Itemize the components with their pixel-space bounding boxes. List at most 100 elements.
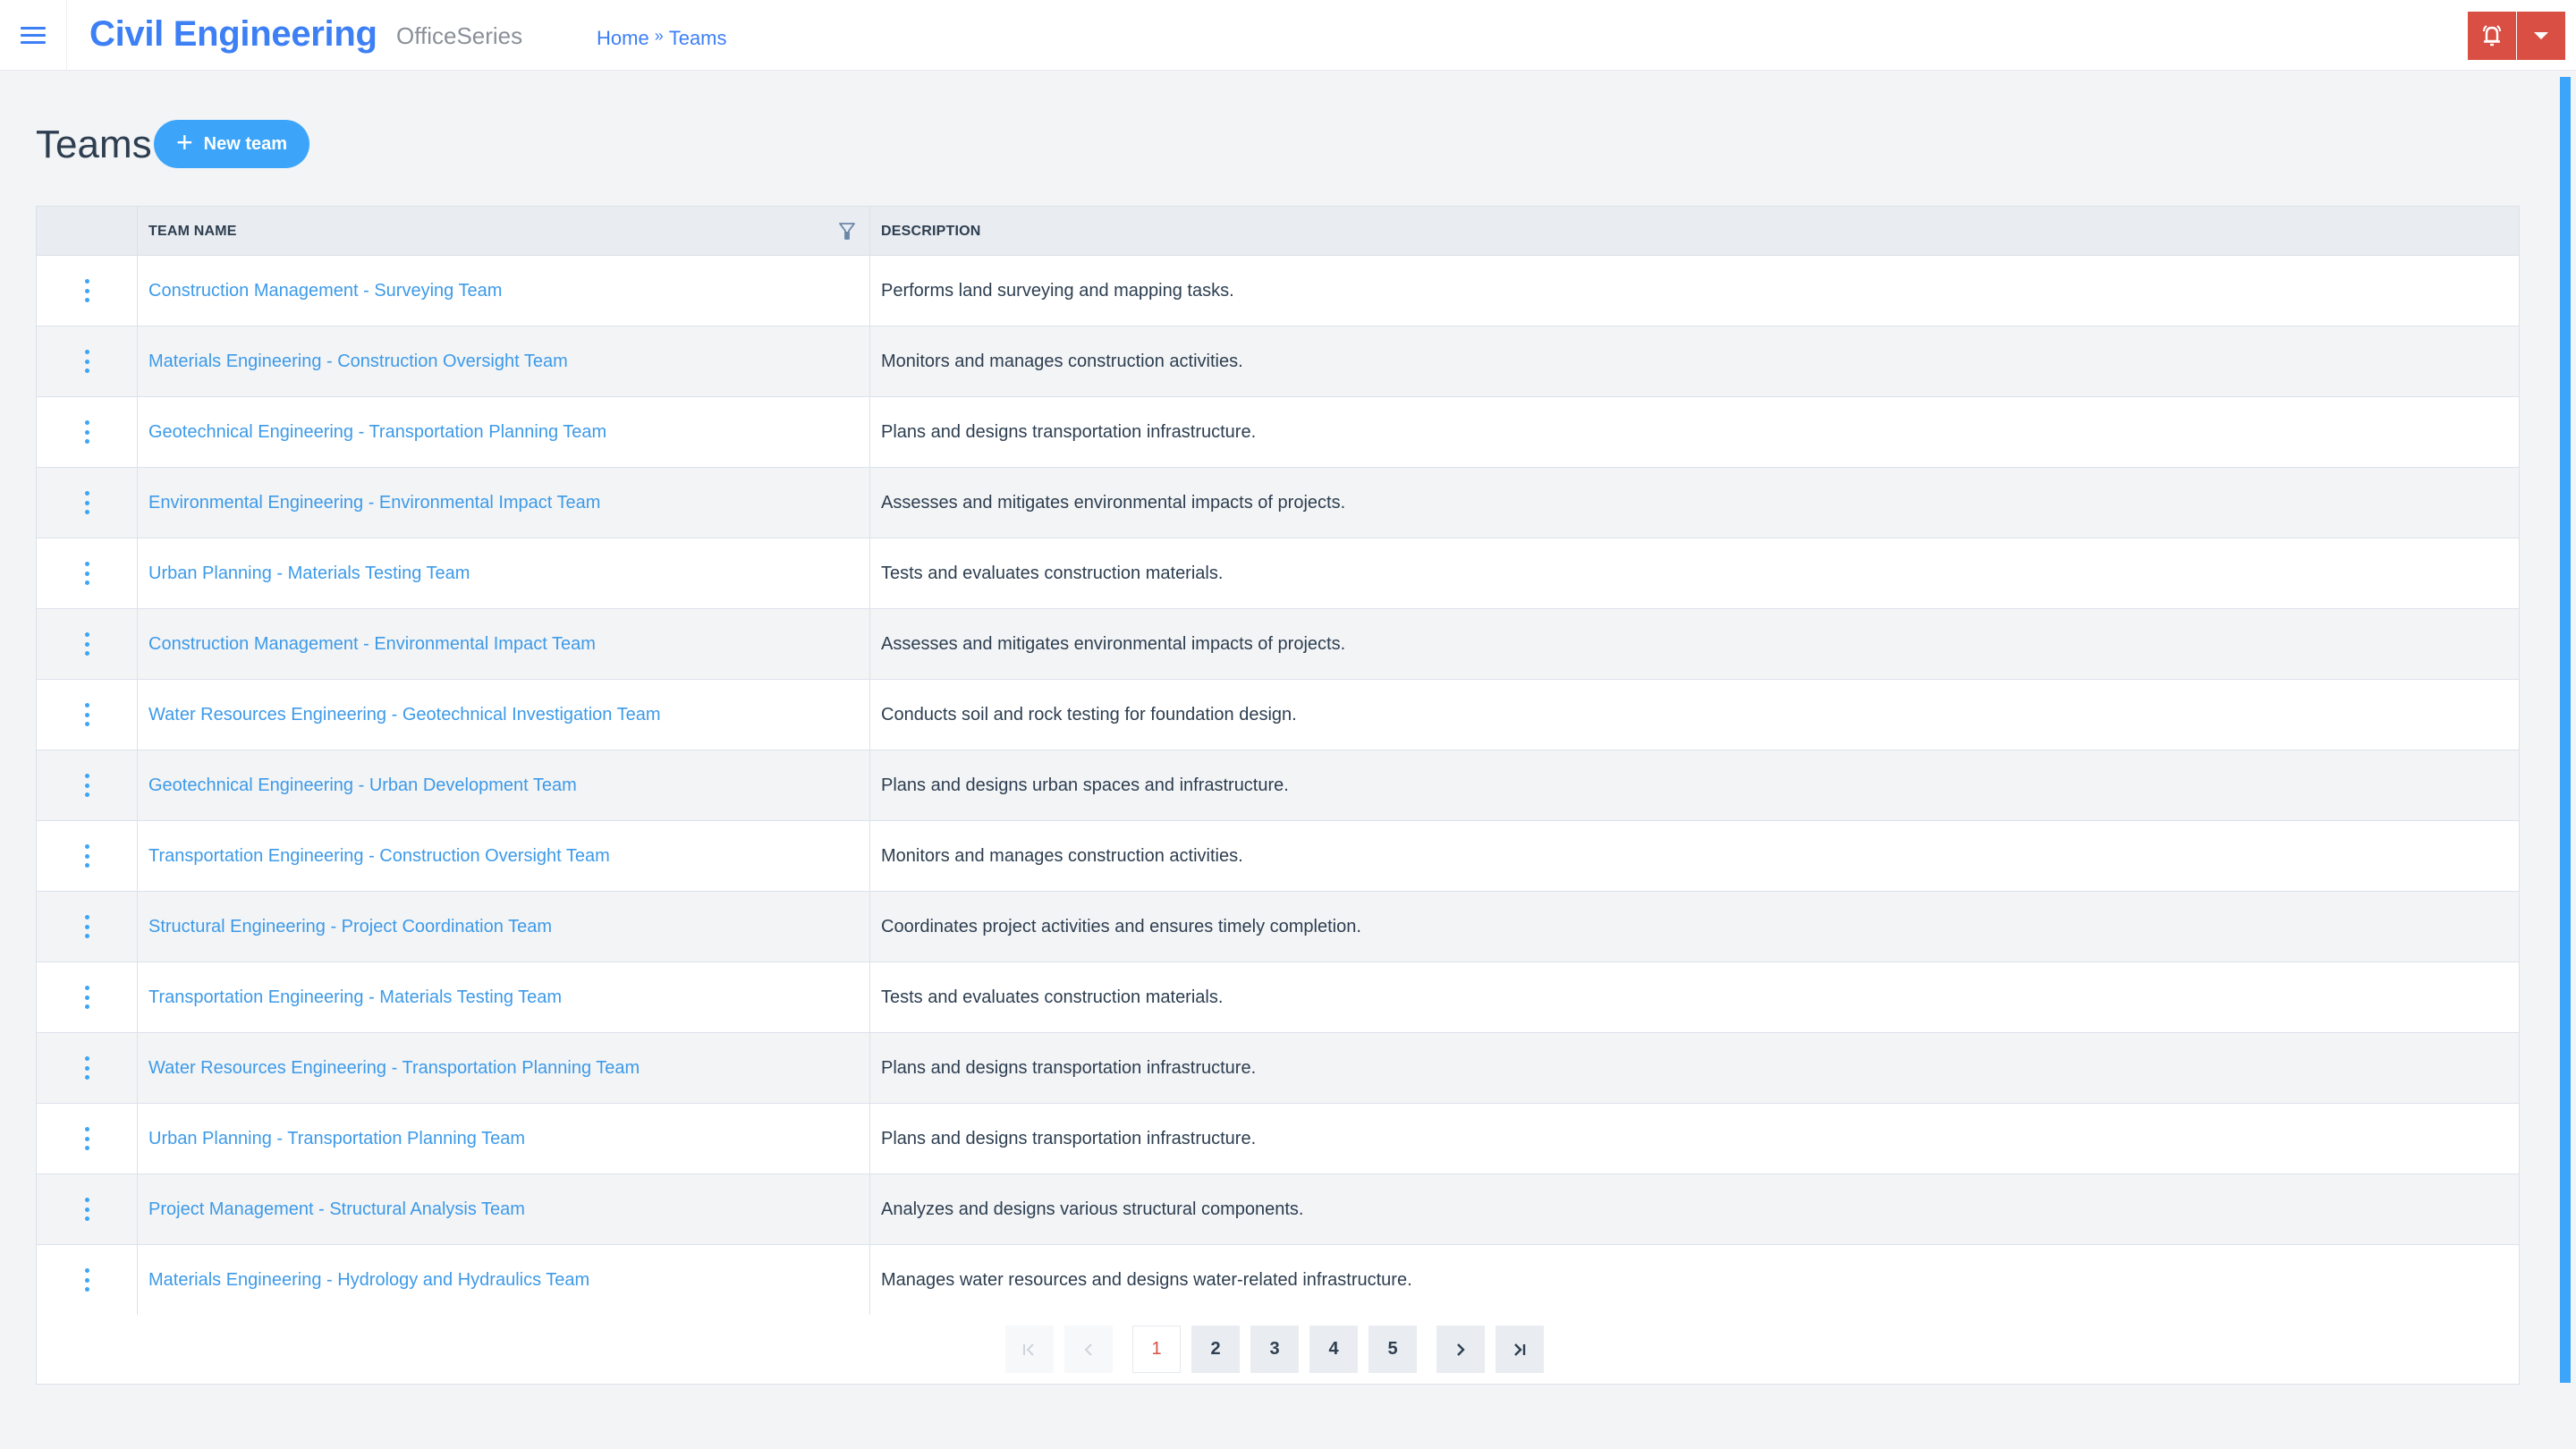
team-name-link[interactable]: Urban Planning - Materials Testing Team [148, 564, 470, 584]
row-actions-cell [37, 1104, 138, 1174]
kebab-menu-icon[interactable] [78, 348, 96, 375]
team-description-cell: Plans and designs transportation infrast… [881, 421, 1257, 442]
kebab-menu-icon[interactable] [78, 277, 96, 304]
team-description-cell: Tests and evaluates construction materia… [881, 563, 1224, 583]
team-description-cell: Plans and designs transportation infrast… [881, 1057, 1257, 1078]
row-actions-cell [37, 962, 138, 1032]
team-description-cell: Coordinates project activities and ensur… [881, 916, 1361, 936]
team-name-link[interactable]: Environmental Engineering - Environmenta… [148, 493, 600, 513]
row-actions-cell [37, 256, 138, 326]
kebab-menu-icon[interactable] [78, 1125, 96, 1152]
team-name-link[interactable]: Transportation Engineering - Materials T… [148, 987, 562, 1008]
team-name-cell: Transportation Engineering - Materials T… [138, 962, 870, 1032]
page-button-5[interactable]: 5 [1368, 1326, 1417, 1373]
kebab-menu-icon[interactable] [78, 1055, 96, 1081]
table-row: Construction Management - Surveying Team… [37, 256, 2519, 326]
table-body: Construction Management - Surveying Team… [37, 256, 2519, 1316]
table-row: Urban Planning - Transportation Planning… [37, 1104, 2519, 1174]
page-scrollbar[interactable] [2560, 77, 2571, 1383]
teams-table: TEAM NAME DESCRIPTION Construction Manag… [36, 206, 2520, 1385]
next-page-button[interactable] [1436, 1326, 1485, 1373]
menu-toggle-button[interactable] [0, 0, 67, 71]
row-actions-cell [37, 397, 138, 467]
column-header-description[interactable]: DESCRIPTION [870, 207, 981, 256]
row-actions-cell [37, 821, 138, 891]
team-name-link[interactable]: Transportation Engineering - Constructio… [148, 846, 610, 867]
first-page-button[interactable] [1005, 1326, 1054, 1373]
new-team-button[interactable]: + New team [154, 120, 309, 168]
prev-page-button[interactable] [1064, 1326, 1113, 1373]
team-name-link[interactable]: Materials Engineering - Hydrology and Hy… [148, 1270, 589, 1291]
team-name-cell: Construction Management - Environmental … [138, 609, 870, 679]
kebab-menu-icon[interactable] [78, 419, 96, 445]
column-header-actions [37, 207, 138, 256]
team-name-cell: Materials Engineering - Hydrology and Hy… [138, 1245, 870, 1315]
team-description-cell: Assesses and mitigates environmental imp… [881, 492, 1346, 513]
hamburger-icon [21, 26, 46, 45]
team-name-link[interactable]: Materials Engineering - Construction Ove… [148, 352, 568, 372]
team-description-cell: Plans and designs urban spaces and infra… [881, 775, 1289, 795]
table-row: Transportation Engineering - Constructio… [37, 821, 2519, 892]
app-title[interactable]: Civil Engineering [89, 9, 377, 59]
team-name-link[interactable]: Geotechnical Engineering - Urban Develop… [148, 775, 577, 796]
team-name-link[interactable]: Project Management - Structural Analysis… [148, 1199, 525, 1220]
team-name-link[interactable]: Geotechnical Engineering - Transportatio… [148, 422, 606, 443]
row-actions-cell [37, 892, 138, 962]
user-dropdown-button[interactable] [2517, 12, 2565, 60]
team-name-cell: Construction Management - Surveying Team [138, 256, 870, 326]
team-description-cell: Plans and designs transportation infrast… [881, 1128, 1257, 1148]
chevron-right-icon [1457, 1343, 1465, 1356]
page-button-3[interactable]: 3 [1250, 1326, 1299, 1373]
app-subtitle: OfficeSeries [396, 22, 523, 49]
kebab-menu-icon[interactable] [78, 843, 96, 869]
filter-icon[interactable] [839, 223, 855, 241]
breadcrumb: Home » Teams [597, 24, 727, 54]
team-name-cell: Transportation Engineering - Constructio… [138, 821, 870, 891]
team-description-cell: Performs land surveying and mapping task… [881, 280, 1234, 301]
team-name-cell: Water Resources Engineering - Transporta… [138, 1033, 870, 1103]
team-description-cell: Tests and evaluates construction materia… [881, 987, 1224, 1007]
table-row: Geotechnical Engineering - Urban Develop… [37, 750, 2519, 821]
column-header-team-name[interactable]: TEAM NAME [138, 207, 870, 256]
kebab-menu-icon[interactable] [78, 631, 96, 657]
team-name-link[interactable]: Construction Management - Environmental … [148, 634, 596, 655]
team-name-link[interactable]: Structural Engineering - Project Coordin… [148, 917, 552, 937]
row-actions-cell [37, 1174, 138, 1244]
row-actions-cell [37, 609, 138, 679]
table-row: Structural Engineering - Project Coordin… [37, 892, 2519, 962]
table-row: Materials Engineering - Hydrology and Hy… [37, 1245, 2519, 1316]
kebab-menu-icon[interactable] [78, 489, 96, 516]
kebab-menu-icon[interactable] [78, 560, 96, 587]
row-actions-cell [37, 750, 138, 820]
team-name-link[interactable]: Water Resources Engineering - Geotechnic… [148, 705, 661, 725]
plus-icon: + [175, 126, 193, 158]
kebab-menu-icon[interactable] [78, 984, 96, 1011]
team-name-cell: Urban Planning - Transportation Planning… [138, 1104, 870, 1174]
table-row: Construction Management - Environmental … [37, 609, 2519, 680]
last-page-button[interactable] [1496, 1326, 1544, 1373]
team-name-cell: Water Resources Engineering - Geotechnic… [138, 680, 870, 750]
team-name-cell: Urban Planning - Materials Testing Team [138, 538, 870, 608]
new-team-label: New team [203, 133, 288, 154]
breadcrumb-home[interactable]: Home [597, 24, 649, 53]
alerts-button[interactable] [2468, 12, 2516, 60]
kebab-menu-icon[interactable] [78, 772, 96, 799]
team-description-cell: Monitors and manages construction activi… [881, 351, 1243, 371]
page-button-2[interactable]: 2 [1191, 1326, 1240, 1373]
kebab-menu-icon[interactable] [78, 913, 96, 940]
top-bar: Civil Engineering OfficeSeries Home » Te… [0, 0, 2576, 71]
team-description-cell: Monitors and manages construction activi… [881, 845, 1243, 866]
table-row: Water Resources Engineering - Transporta… [37, 1033, 2519, 1104]
team-name-link[interactable]: Urban Planning - Transportation Planning… [148, 1129, 525, 1149]
team-description-cell: Assesses and mitigates environmental imp… [881, 633, 1346, 654]
team-name-link[interactable]: Water Resources Engineering - Transporta… [148, 1058, 640, 1079]
team-name-link[interactable]: Construction Management - Surveying Team [148, 281, 502, 301]
breadcrumb-teams[interactable]: Teams [669, 24, 727, 53]
page-button-4[interactable]: 4 [1309, 1326, 1358, 1373]
page-button-1[interactable]: 1 [1132, 1326, 1181, 1373]
kebab-menu-icon[interactable] [78, 701, 96, 728]
kebab-menu-icon[interactable] [78, 1267, 96, 1293]
row-actions-cell [37, 468, 138, 538]
alarm-bell-icon [2483, 25, 2501, 47]
kebab-menu-icon[interactable] [78, 1196, 96, 1223]
